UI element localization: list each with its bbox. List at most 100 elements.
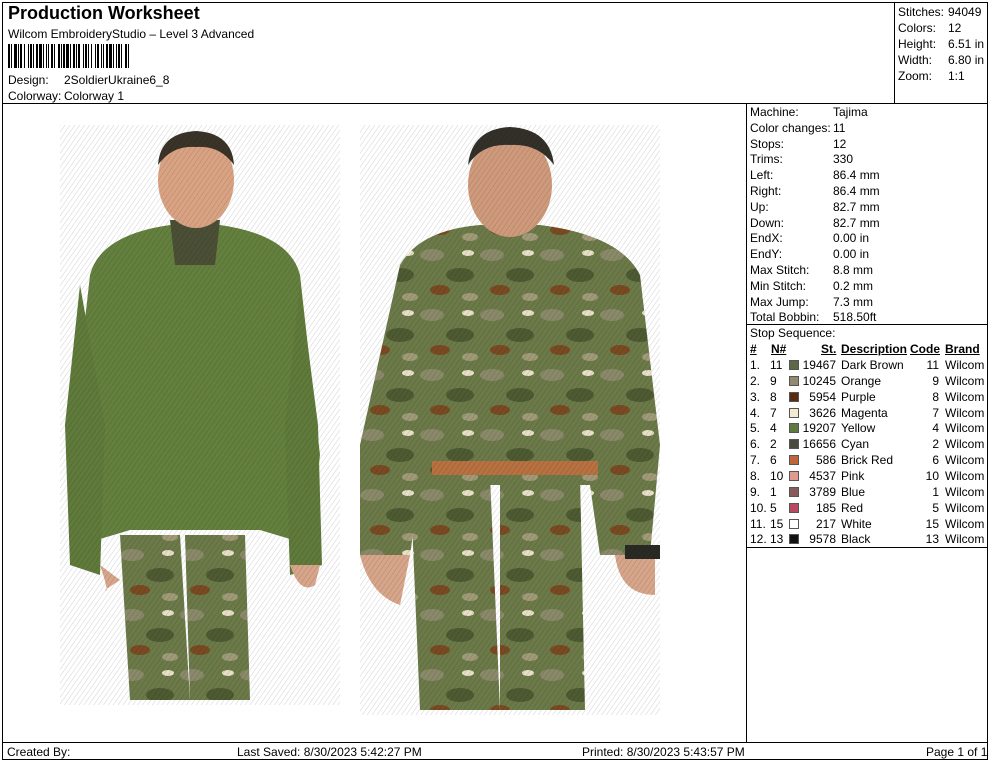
seq-row-brand: Wilcom bbox=[945, 421, 985, 436]
page-title: Production Worksheet bbox=[8, 3, 200, 23]
seq-row-brand: Wilcom bbox=[945, 484, 985, 499]
seq-row-needle: 7 bbox=[770, 405, 777, 420]
seq-row-num: 11. bbox=[750, 516, 766, 531]
seq-row-code: 5 bbox=[932, 500, 939, 515]
stat-value: 8.8 mm bbox=[833, 263, 874, 277]
colorway-value: Colorway 1 bbox=[64, 89, 125, 103]
last-saved: Last Saved: 8/30/2023 5:42:27 PM bbox=[237, 745, 422, 759]
col-header-code: Code bbox=[910, 342, 940, 356]
seq-row-brand: Wilcom bbox=[945, 453, 985, 468]
stat-value: 330 bbox=[833, 152, 854, 167]
stat-value: 518.50ft bbox=[833, 310, 877, 325]
seq-row-code: 13 bbox=[925, 532, 939, 547]
sequence-divider bbox=[747, 547, 987, 548]
stat-value: 11 bbox=[833, 120, 846, 135]
seq-row-description: Yellow bbox=[841, 421, 876, 436]
stat-label: Machine: bbox=[750, 105, 799, 119]
summary-label: Stitches: bbox=[898, 5, 945, 19]
seq-row-num: 1. bbox=[750, 358, 761, 372]
stat-label: Left: bbox=[750, 168, 774, 183]
seq-row-brand: Wilcom bbox=[945, 500, 985, 515]
stat-value: 86.4 mm bbox=[833, 184, 880, 198]
seq-row-description: Black bbox=[841, 532, 871, 547]
stat-label: Color changes: bbox=[750, 120, 831, 135]
colorway-label: Colorway: bbox=[8, 89, 62, 103]
seq-row-description: Purple bbox=[841, 389, 876, 404]
seq-row-stitches: 19467 bbox=[802, 358, 836, 372]
seq-row-needle: 4 bbox=[770, 421, 777, 436]
summary-value: 94049 bbox=[948, 5, 982, 19]
barcode-bar bbox=[129, 44, 131, 68]
stat-value: 7.3 mm bbox=[833, 294, 874, 309]
seq-row-brand: Wilcom bbox=[945, 532, 985, 547]
seq-row-description: Pink bbox=[841, 468, 865, 483]
footer-frame bbox=[2, 742, 988, 760]
seq-row-needle: 8 bbox=[770, 389, 777, 404]
stat-value: 86.4 mm bbox=[833, 168, 880, 183]
seq-row-description: Magenta bbox=[841, 405, 888, 420]
seq-row-stitches: 3626 bbox=[809, 405, 836, 420]
seq-row-needle: 11 bbox=[770, 358, 783, 372]
seq-row-num: 7. bbox=[750, 453, 761, 468]
soldier-right-figure bbox=[360, 125, 660, 715]
seq-row-brand: Wilcom bbox=[945, 389, 985, 404]
seq-row-num: 2. bbox=[750, 373, 761, 388]
seq-row-stitches: 217 bbox=[815, 516, 836, 531]
stat-label: Right: bbox=[750, 184, 782, 198]
design-value: 2SoldierUkraine6_8 bbox=[64, 73, 170, 87]
seq-row-num: 9. bbox=[750, 484, 761, 499]
seq-row-stitches: 3789 bbox=[809, 484, 836, 499]
seq-row-brand: Wilcom bbox=[945, 373, 985, 388]
page-number: Page 1 of 1 bbox=[926, 745, 988, 759]
stat-label: EndX: bbox=[750, 231, 783, 246]
seq-row-stitches: 19207 bbox=[802, 421, 836, 436]
stat-value: Tajima bbox=[833, 105, 868, 119]
seq-row-brand: Wilcom bbox=[945, 468, 985, 483]
summary-label: Width: bbox=[898, 53, 933, 67]
summary-value: 1:1 bbox=[948, 69, 965, 83]
summary-value: 6.51 in bbox=[948, 37, 985, 51]
stat-value: 0.00 in bbox=[833, 231, 870, 246]
seq-row-code: 9 bbox=[932, 373, 939, 388]
seq-row-code: 15 bbox=[925, 516, 939, 531]
seq-row-brand: Wilcom bbox=[945, 405, 985, 420]
stat-label: Total Bobbin: bbox=[750, 310, 820, 325]
stat-label: Up: bbox=[750, 199, 769, 214]
seq-row-code: 2 bbox=[932, 437, 939, 452]
stat-label: Max Jump: bbox=[750, 294, 809, 309]
seq-row-code: 10 bbox=[925, 468, 939, 483]
seq-row-code: 7 bbox=[932, 405, 939, 420]
seq-row-needle: 13 bbox=[770, 532, 784, 547]
software-name: Wilcom EmbroideryStudio – Level 3 Advanc… bbox=[8, 27, 255, 41]
stat-value: 0.00 in bbox=[833, 247, 870, 262]
stat-label: Trims: bbox=[750, 152, 783, 167]
seq-row-stitches: 16656 bbox=[802, 437, 836, 452]
col-header-st: St. bbox=[821, 342, 837, 356]
stat-value: 12 bbox=[833, 136, 847, 151]
seq-row-stitches: 10245 bbox=[802, 373, 836, 388]
seq-row-description: Red bbox=[841, 500, 864, 515]
summary-label: Zoom: bbox=[898, 69, 933, 83]
seq-row-needle: 10 bbox=[770, 468, 784, 483]
seq-row-num: 12. bbox=[750, 532, 767, 547]
design-label: Design: bbox=[8, 73, 49, 87]
seq-row-code: 11 bbox=[926, 358, 939, 372]
seq-row-brand: Wilcom bbox=[945, 516, 985, 531]
stat-value: 82.7 mm bbox=[833, 199, 880, 214]
seq-row-description: Dark Brown bbox=[841, 358, 904, 372]
embroidery-preview bbox=[60, 125, 660, 715]
col-header-brand: Brand bbox=[945, 342, 980, 356]
seq-row-description: Brick Red bbox=[841, 453, 894, 468]
stat-value: 82.7 mm bbox=[833, 215, 880, 230]
seq-row-code: 1 bbox=[932, 484, 939, 499]
seq-row-code: 8 bbox=[932, 389, 939, 404]
stat-label: Min Stitch: bbox=[750, 278, 807, 293]
seq-row-num: 10. bbox=[750, 500, 767, 515]
soldier-left-figure bbox=[60, 125, 340, 705]
stat-label: EndY: bbox=[750, 247, 783, 262]
seq-row-stitches: 9578 bbox=[809, 532, 836, 547]
col-header-n: N# bbox=[771, 342, 787, 356]
seq-row-stitches: 185 bbox=[815, 500, 836, 515]
col-header-num: # bbox=[750, 342, 757, 356]
created-by: Created By: bbox=[7, 745, 71, 759]
